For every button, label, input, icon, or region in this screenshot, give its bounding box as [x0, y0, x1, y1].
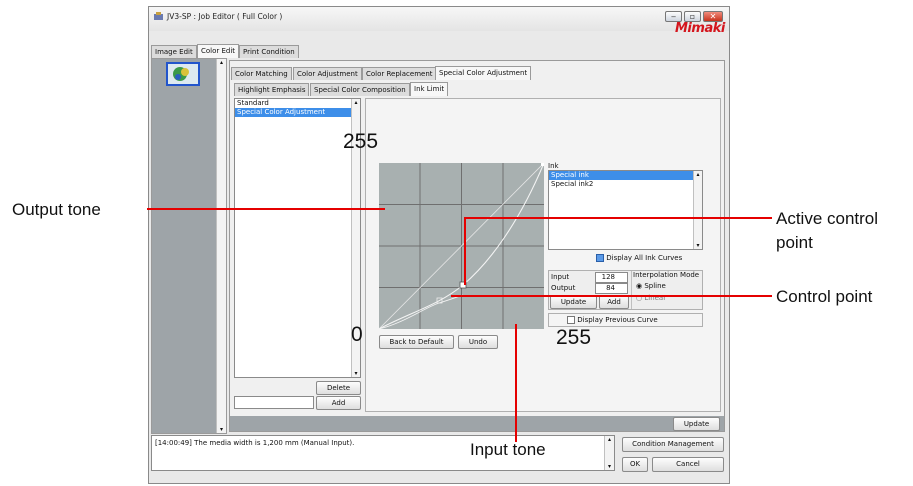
tab-color-matching[interactable]: Color Matching: [231, 67, 292, 80]
y-axis-max-label: 255: [343, 130, 379, 153]
image-thumbnail[interactable]: [166, 62, 200, 86]
delete-button[interactable]: Delete: [316, 381, 361, 395]
settings-list[interactable]: Standard Special Color Adjustment ▴ ▾: [234, 98, 361, 378]
display-previous-curve-checkbox[interactable]: Display Previous Curve: [548, 313, 703, 327]
scroll-up-icon[interactable]: ▴: [352, 99, 360, 106]
window-title: JV3-SP : Job Editor ( Full Color ): [167, 12, 283, 21]
callout-active-control-point-line1: Active control: [776, 209, 879, 228]
scroll-up-icon[interactable]: ▴: [694, 171, 702, 178]
ink-list[interactable]: Special ink Special ink2 ▴ ▾: [548, 170, 703, 250]
callout-line-active-control-point-vertical: [464, 217, 466, 285]
add-setting-button[interactable]: Add: [316, 396, 361, 410]
status-message: [14:00:49] The media width is 1,200 mm (…: [155, 439, 355, 447]
checkbox-checked-icon: [596, 254, 604, 262]
output-label: Output: [551, 284, 576, 292]
callout-line-input-tone: [515, 324, 517, 442]
tone-curve-graph[interactable]: [379, 163, 544, 329]
callout-line-active-control-point: [464, 217, 772, 219]
callout-control-point: Control point: [776, 287, 873, 306]
input-label: Input: [551, 273, 570, 281]
spline-label: Spline: [644, 282, 666, 290]
callout-active-control-point-line2: point: [776, 233, 813, 252]
list-item[interactable]: Standard: [235, 99, 360, 108]
status-scrollbar[interactable]: ▴ ▾: [604, 436, 614, 470]
color-edit-panel: Color Matching Color Adjustment Color Re…: [229, 60, 725, 432]
display-previous-curve-label: Display Previous Curve: [577, 316, 658, 324]
title-bar[interactable]: JV3-SP : Job Editor ( Full Color ) ‒ ▫ ✕…: [149, 7, 729, 36]
scroll-down-icon[interactable]: ▾: [605, 463, 614, 470]
ink-label: Ink: [548, 162, 559, 170]
scroll-down-icon[interactable]: ▾: [694, 242, 702, 249]
checkbox-unchecked-icon: [567, 316, 575, 324]
update-point-button[interactable]: Update: [550, 295, 597, 309]
tab-highlight-emphasis[interactable]: Highlight Emphasis: [234, 83, 310, 96]
ink-group: Ink Special ink Special ink2 ▴ ▾: [548, 162, 703, 252]
tab-special-color-composition[interactable]: Special Color Composition: [310, 83, 410, 96]
interpolation-mode-group: Interpolation Mode ◉ Spline ○ Linear: [631, 271, 703, 309]
thumbnail-image-icon: [168, 64, 198, 84]
ink-limit-area: Back to Default Undo Ink Special ink Spe…: [365, 98, 721, 412]
callout-line-control-point: [451, 295, 772, 297]
scroll-down-icon[interactable]: ▾: [217, 426, 226, 433]
tab-print-condition[interactable]: Print Condition: [239, 45, 299, 58]
input-stepper[interactable]: 128: [595, 272, 628, 283]
spline-radio[interactable]: ◉ Spline: [632, 282, 703, 290]
interpolation-mode-label: Interpolation Mode: [633, 271, 700, 279]
tab-color-adjustment[interactable]: Color Adjustment: [293, 67, 362, 80]
x-axis-max-label: 255: [556, 326, 592, 349]
add-point-button[interactable]: Add: [599, 295, 629, 309]
list-item[interactable]: Special ink2: [549, 180, 702, 189]
tab-special-color-adjustment[interactable]: Special Color Adjustment: [435, 66, 532, 80]
control-point-group: Input 128 Output 84 Update Add Interpola…: [548, 270, 703, 310]
callout-output-tone: Output tone: [12, 200, 101, 219]
thumbnail-scrollbar[interactable]: ▴ ▾: [216, 59, 226, 433]
scroll-up-icon[interactable]: ▴: [217, 59, 226, 66]
condition-management-button[interactable]: Condition Management: [622, 437, 724, 452]
scroll-down-icon[interactable]: ▾: [352, 370, 360, 377]
cancel-button[interactable]: Cancel: [652, 457, 724, 472]
output-stepper[interactable]: 84: [595, 283, 628, 294]
app-icon: [154, 12, 163, 20]
undo-button[interactable]: Undo: [458, 335, 498, 349]
display-all-ink-curves-label: Display All Ink Curves: [606, 254, 683, 262]
update-button[interactable]: Update: [673, 417, 720, 431]
callout-input-tone: Input tone: [470, 440, 546, 459]
bottom-bar: [230, 416, 724, 431]
list-item[interactable]: Special ink: [549, 171, 702, 180]
ink-list-scrollbar[interactable]: ▴ ▾: [693, 171, 702, 249]
origin-label: 0: [351, 323, 363, 346]
tab-color-replacement[interactable]: Color Replacement: [362, 67, 437, 80]
tab-image-edit[interactable]: Image Edit: [151, 45, 197, 58]
ok-button[interactable]: OK: [622, 457, 648, 472]
callout-line-output-tone: [147, 208, 385, 210]
tab-color-edit[interactable]: Color Edit: [197, 44, 240, 58]
setting-name-field[interactable]: [234, 396, 314, 409]
back-to-default-button[interactable]: Back to Default: [379, 335, 454, 349]
scroll-up-icon[interactable]: ▴: [605, 436, 614, 443]
mimaki-logo: Mimaki: [675, 21, 725, 36]
job-editor-window: JV3-SP : Job Editor ( Full Color ) ‒ ▫ ✕…: [148, 6, 730, 484]
thumbnail-sidebar: ▴ ▾: [151, 58, 227, 434]
display-all-ink-curves-checkbox[interactable]: Display All Ink Curves: [596, 254, 682, 262]
list-item[interactable]: Special Color Adjustment: [235, 108, 360, 117]
tab-ink-limit[interactable]: Ink Limit: [410, 82, 449, 96]
